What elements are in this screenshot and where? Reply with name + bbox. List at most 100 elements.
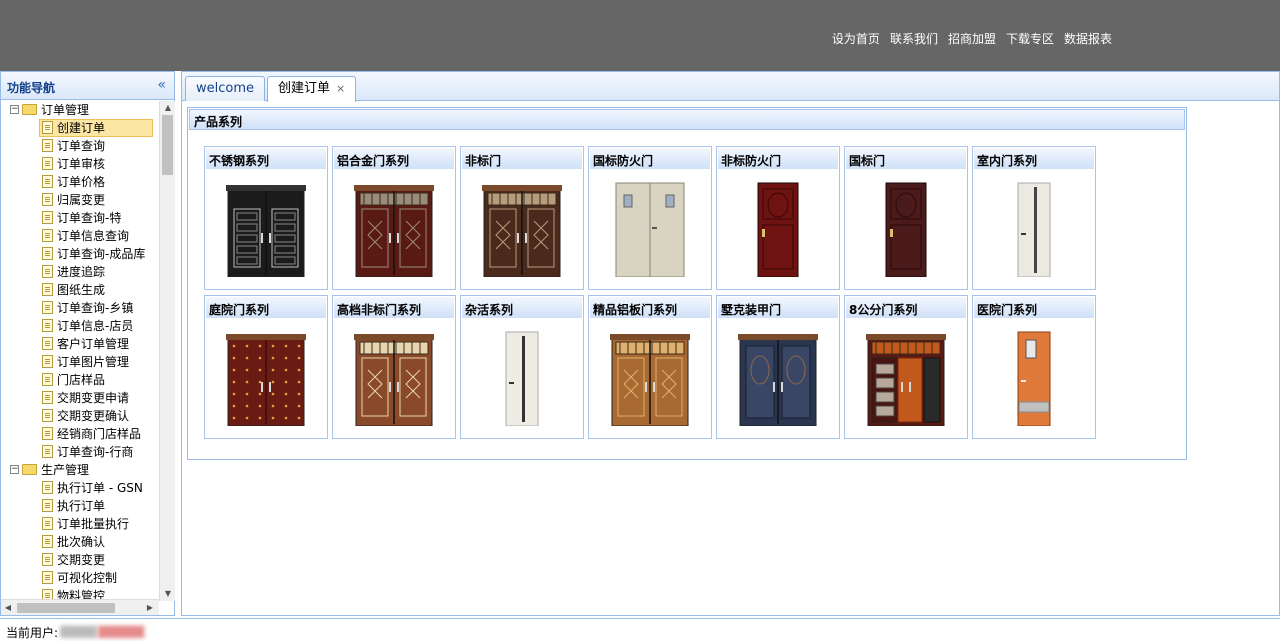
door-image	[885, 182, 927, 278]
tree-item[interactable]: 订单查询-特	[1, 209, 159, 227]
tree-item[interactable]: 归属变更	[1, 191, 159, 209]
product-card[interactable]: 高档非标门系列	[332, 295, 456, 439]
close-tab-icon[interactable]: ×	[336, 82, 345, 95]
top-link[interactable]: 设为首页	[832, 30, 880, 47]
tree-item[interactable]: 可视化控制	[1, 569, 159, 587]
tab-welcome[interactable]: welcome	[185, 76, 266, 101]
tree-item[interactable]: 订单查询	[1, 137, 159, 155]
tree-item-label: 订单查询-乡镇	[57, 301, 134, 315]
tree-item[interactable]: 交期变更	[1, 551, 159, 569]
tree-item[interactable]: 批次确认	[1, 533, 159, 551]
product-card[interactable]: 非标防火门	[716, 146, 840, 290]
current-user-name: ▇▇▇▇	[60, 624, 97, 638]
tree-item[interactable]: 客户订单管理	[1, 335, 159, 353]
product-card[interactable]: 铝合金门系列	[332, 146, 456, 290]
top-link[interactable]: 联系我们	[890, 30, 938, 47]
tree-item-label: 订单价格	[57, 175, 106, 189]
product-card[interactable]: 医院门系列	[972, 295, 1096, 439]
product-card[interactable]: 不锈钢系列	[204, 146, 328, 290]
scroll-down-icon[interactable]: ▼	[160, 587, 176, 601]
tree-item[interactable]: 创建订单	[1, 119, 159, 137]
tree-item[interactable]: 执行订单	[1, 497, 159, 515]
door-image	[610, 334, 690, 427]
top-link[interactable]: 下载专区	[1006, 30, 1054, 47]
door-image	[1017, 182, 1051, 278]
product-card[interactable]: 国标门	[844, 146, 968, 290]
scroll-right-icon[interactable]: ▶	[143, 600, 157, 616]
product-image[interactable]	[610, 330, 690, 429]
tree-item[interactable]: 经销商门店样品	[1, 425, 159, 443]
scroll-thumb-horizontal[interactable]	[17, 603, 115, 613]
tree-item[interactable]: 图纸生成	[1, 281, 159, 299]
tab-create-order[interactable]: 创建订单 ×	[267, 76, 357, 102]
product-card-title: 杂活系列	[465, 303, 514, 317]
tree-group[interactable]: − 生产管理	[1, 461, 159, 479]
tree-item[interactable]: 订单信息查询	[1, 227, 159, 245]
tree-item[interactable]: 执行订单 - GSN	[1, 479, 159, 497]
product-image[interactable]	[738, 330, 818, 429]
top-link[interactable]: 数据报表	[1064, 30, 1112, 47]
scroll-up-icon[interactable]: ▲	[160, 101, 176, 115]
product-image[interactable]	[994, 181, 1074, 280]
collapse-left-icon[interactable]: «	[157, 77, 166, 93]
tree-item[interactable]: 订单价格	[1, 173, 159, 191]
product-card[interactable]: 精品铝板门系列	[588, 295, 712, 439]
scroll-left-icon[interactable]: ◀	[1, 600, 15, 616]
product-image[interactable]	[354, 330, 434, 429]
tree-item[interactable]: 交期变更确认	[1, 407, 159, 425]
tree-item[interactable]: 订单图片管理	[1, 353, 159, 371]
product-card[interactable]: 8公分门系列	[844, 295, 968, 439]
tree-item-label: 订单信息查询	[57, 229, 130, 243]
nav-panel: 功能导航 « − 订单管理 创建订单 订单查询 订单审核 订单价格 归属变更 订单查询-特 订单…	[0, 71, 175, 616]
product-card-header: 国标防火门	[590, 148, 710, 169]
tree-item[interactable]: 订单查询-成品库	[1, 245, 159, 263]
product-image[interactable]	[226, 181, 306, 280]
tree-item[interactable]: 订单信息-店员	[1, 317, 159, 335]
product-image[interactable]	[994, 330, 1074, 429]
product-card[interactable]: 国标防火门	[588, 146, 712, 290]
product-card[interactable]: 非标门	[460, 146, 584, 290]
document-icon	[42, 355, 53, 368]
product-image[interactable]	[610, 181, 690, 280]
tree-group[interactable]: − 订单管理	[1, 101, 159, 119]
top-link[interactable]: 招商加盟	[948, 30, 996, 47]
product-image[interactable]	[738, 181, 818, 280]
tree-item[interactable]: 订单审核	[1, 155, 159, 173]
document-icon	[42, 193, 53, 206]
tree-item[interactable]: 订单批量执行	[1, 515, 159, 533]
tree-item[interactable]: 订单查询-行商	[1, 443, 159, 461]
tree-item[interactable]: 交期变更申请	[1, 389, 159, 407]
nav-tree: − 订单管理 创建订单 订单查询 订单审核 订单价格 归属变更 订单查询-特 订单信息查询 订单查…	[1, 101, 159, 601]
product-card[interactable]: 墅克装甲门	[716, 295, 840, 439]
product-image[interactable]	[866, 181, 946, 280]
document-icon	[42, 121, 53, 134]
product-image[interactable]	[866, 330, 946, 429]
tree-item[interactable]: 门店样品	[1, 371, 159, 389]
product-card[interactable]: 庭院门系列	[204, 295, 328, 439]
top-banner: 设为首页 联系我们 招商加盟 下载专区 数据报表	[0, 0, 1280, 71]
tab-strip: welcome 创建订单 ×	[182, 72, 1279, 102]
collapse-node-icon[interactable]: −	[10, 105, 19, 114]
product-card-title: 医院门系列	[977, 303, 1038, 317]
door-image	[1017, 331, 1051, 427]
tree-item[interactable]: 进度追踪	[1, 263, 159, 281]
tree-horizontal-scrollbar[interactable]: ◀ ▶	[1, 599, 159, 615]
tree-item[interactable]: 订单查询-乡镇	[1, 299, 159, 317]
tree-vertical-scrollbar[interactable]: ▲ ▼	[159, 101, 175, 601]
product-card[interactable]: 室内门系列	[972, 146, 1096, 290]
product-card-title: 室内门系列	[977, 154, 1038, 168]
product-image[interactable]	[482, 330, 562, 429]
document-icon	[42, 535, 53, 548]
door-image	[757, 182, 799, 278]
scroll-thumb[interactable]	[162, 115, 173, 175]
tree-item-label: 经销商门店样品	[57, 427, 142, 441]
document-icon	[42, 445, 53, 458]
document-icon	[42, 229, 53, 242]
product-image[interactable]	[226, 330, 306, 429]
product-image[interactable]	[482, 181, 562, 280]
collapse-node-icon[interactable]: −	[10, 465, 19, 474]
product-image[interactable]	[354, 181, 434, 280]
door-image	[354, 185, 434, 278]
product-card-header: 8公分门系列	[846, 297, 966, 318]
product-card[interactable]: 杂活系列	[460, 295, 584, 439]
